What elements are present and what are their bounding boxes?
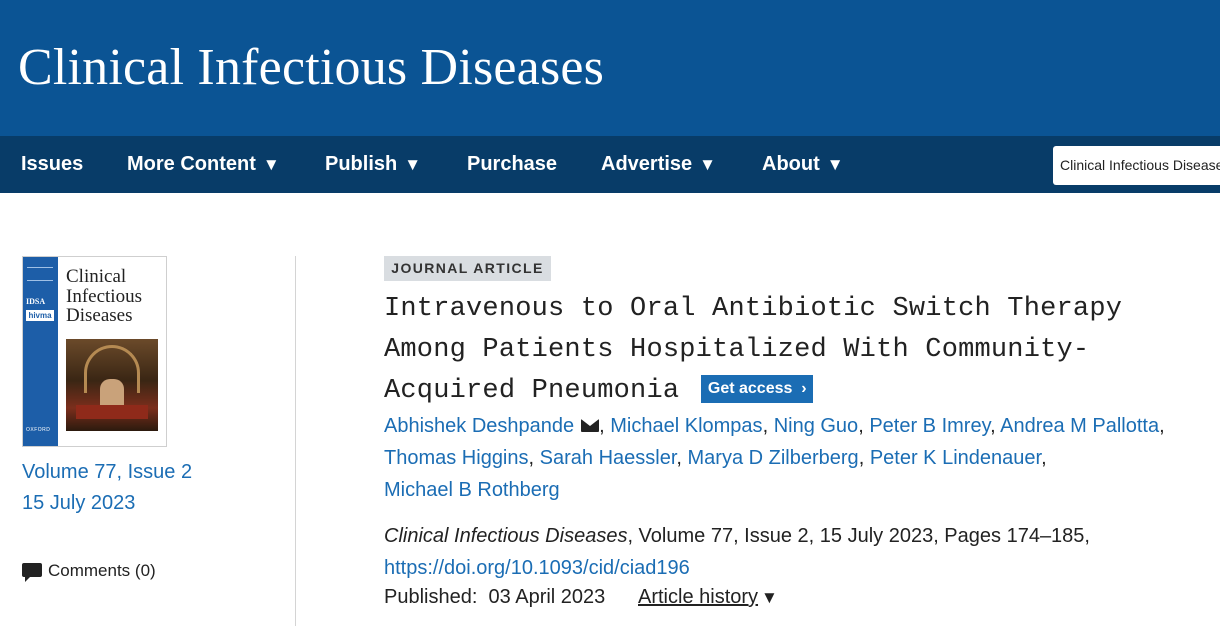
author-link[interactable]: Sarah Haessler — [540, 447, 677, 469]
cover-artwork — [66, 339, 158, 431]
author-link[interactable]: Michael Klompas — [610, 415, 762, 437]
comment-icon — [22, 563, 42, 582]
column-divider — [295, 256, 296, 626]
nav-advertise-label: Advertise — [601, 153, 693, 175]
doi-link[interactable]: https://doi.org/10.1093/cid/ciad196 — [384, 557, 690, 579]
author-link[interactable]: Peter B Imrey — [869, 415, 990, 437]
published-date: 03 April 2023 — [488, 586, 606, 608]
get-access-button[interactable]: Get access › — [701, 375, 814, 403]
chevron-right-icon: › — [801, 380, 807, 397]
cover-issue-info — [27, 267, 53, 281]
author-separator: , — [858, 447, 865, 469]
mail-icon[interactable] — [581, 419, 600, 432]
hivma-logo: hivma — [26, 310, 54, 321]
nav-purchase-label: Purchase — [467, 153, 558, 175]
comments-label: Comments (0) — [48, 561, 156, 580]
article-history-label: Article history — [638, 586, 759, 608]
author-link[interactable]: Ning Guo — [774, 415, 859, 437]
author-link[interactable]: Michael B Rothberg — [384, 479, 560, 501]
cover-art-cloth — [76, 405, 148, 419]
author-link[interactable]: Andrea M Pallotta — [1000, 415, 1159, 437]
caret-down-icon: ▼ — [826, 155, 844, 174]
cover-title-line: Diseases — [66, 305, 133, 326]
author-link[interactable]: Peter K Lindenauer — [870, 447, 1041, 469]
article-title-line-last: Acquired Pneumonia Get access › — [384, 371, 1144, 412]
author-link[interactable]: Thomas Higgins — [384, 447, 529, 469]
article-title: Intravenous to Oral Antibiotic Switch Th… — [384, 289, 1144, 412]
nav-about-label: About — [762, 153, 820, 175]
caret-down-icon: ▼ — [262, 155, 280, 174]
nav-issues-label: Issues — [21, 153, 84, 175]
nav-issues[interactable]: Issues — [21, 136, 83, 193]
author-link[interactable]: Marya D Zilberberg — [688, 447, 859, 469]
author-list: Abhishek Deshpande, Michael Klompas, Nin… — [384, 410, 1184, 506]
cover-spine: IDSA hivma OXFORD — [23, 257, 58, 446]
citation-details: , Volume 77, Issue 2, 15 July 2023, Page… — [627, 525, 1090, 547]
caret-down-icon: ▼ — [404, 155, 422, 174]
published-info: Published: 03 April 2023 — [384, 586, 605, 609]
author-separator: , — [599, 415, 605, 437]
article-title-line: Intravenous to Oral Antibiotic Switch Th… — [384, 294, 1123, 324]
caret-down-icon: ▼ — [761, 588, 778, 607]
idsa-logo: IDSA — [26, 297, 46, 306]
author-separator: , — [676, 447, 682, 469]
masthead: Clinical Infectious Diseases — [0, 0, 1220, 136]
main-nav: Issues More Content ▼ Publish ▼ Purchase A… — [0, 136, 1220, 193]
nav-publish-label: Publish — [325, 153, 398, 175]
author-separator: , — [858, 415, 864, 437]
nav-advertise[interactable]: Advertise ▼ — [601, 136, 716, 193]
author-separator: , — [1041, 447, 1047, 469]
nav-publish[interactable]: Publish ▼ — [325, 136, 421, 193]
author-separator: , — [762, 415, 769, 437]
issue-cover-image[interactable]: IDSA hivma OXFORD Clinical Infectious Di… — [22, 256, 167, 447]
author-separator: , — [1159, 415, 1165, 437]
nav-purchase[interactable]: Purchase — [467, 136, 557, 193]
oxford-logo: OXFORD — [26, 427, 51, 433]
search-scope-select[interactable]: Clinical Infectious Diseases — [1053, 146, 1220, 185]
cover-title: Clinical Infectious Diseases — [66, 267, 142, 326]
cover-title-line: Infectious — [66, 285, 142, 307]
journal-title[interactable]: Clinical Infectious Diseases — [18, 38, 604, 97]
volume-issue-link[interactable]: Volume 77, Issue 2 — [22, 461, 192, 484]
article-type-badge: JOURNAL ARTICLE — [384, 256, 551, 281]
issue-date-link[interactable]: 15 July 2023 — [22, 492, 135, 515]
nav-about[interactable]: About ▼ — [762, 136, 844, 193]
article-title-line: Among Patients Hospitalized With Communi… — [384, 335, 1090, 365]
citation: Clinical Infectious Diseases, Volume 77,… — [384, 520, 1204, 584]
nav-more-content-label: More Content — [127, 153, 256, 175]
article-history-toggle[interactable]: Article history ▼ — [638, 586, 778, 609]
author-separator: , — [528, 447, 535, 469]
get-access-label: Get access — [707, 380, 793, 397]
citation-journal: Clinical Infectious Diseases — [384, 525, 628, 547]
cover-title-line: Clinical — [66, 266, 127, 287]
published-label: Published: — [384, 586, 478, 608]
caret-down-icon: ▼ — [699, 155, 716, 174]
nav-more-content[interactable]: More Content ▼ — [127, 136, 280, 193]
author-link[interactable]: Abhishek Deshpande — [384, 415, 574, 437]
comments-link[interactable]: Comments (0) — [22, 561, 156, 582]
article-title-text: Acquired Pneumonia — [384, 376, 680, 406]
author-separator: , — [990, 415, 996, 437]
